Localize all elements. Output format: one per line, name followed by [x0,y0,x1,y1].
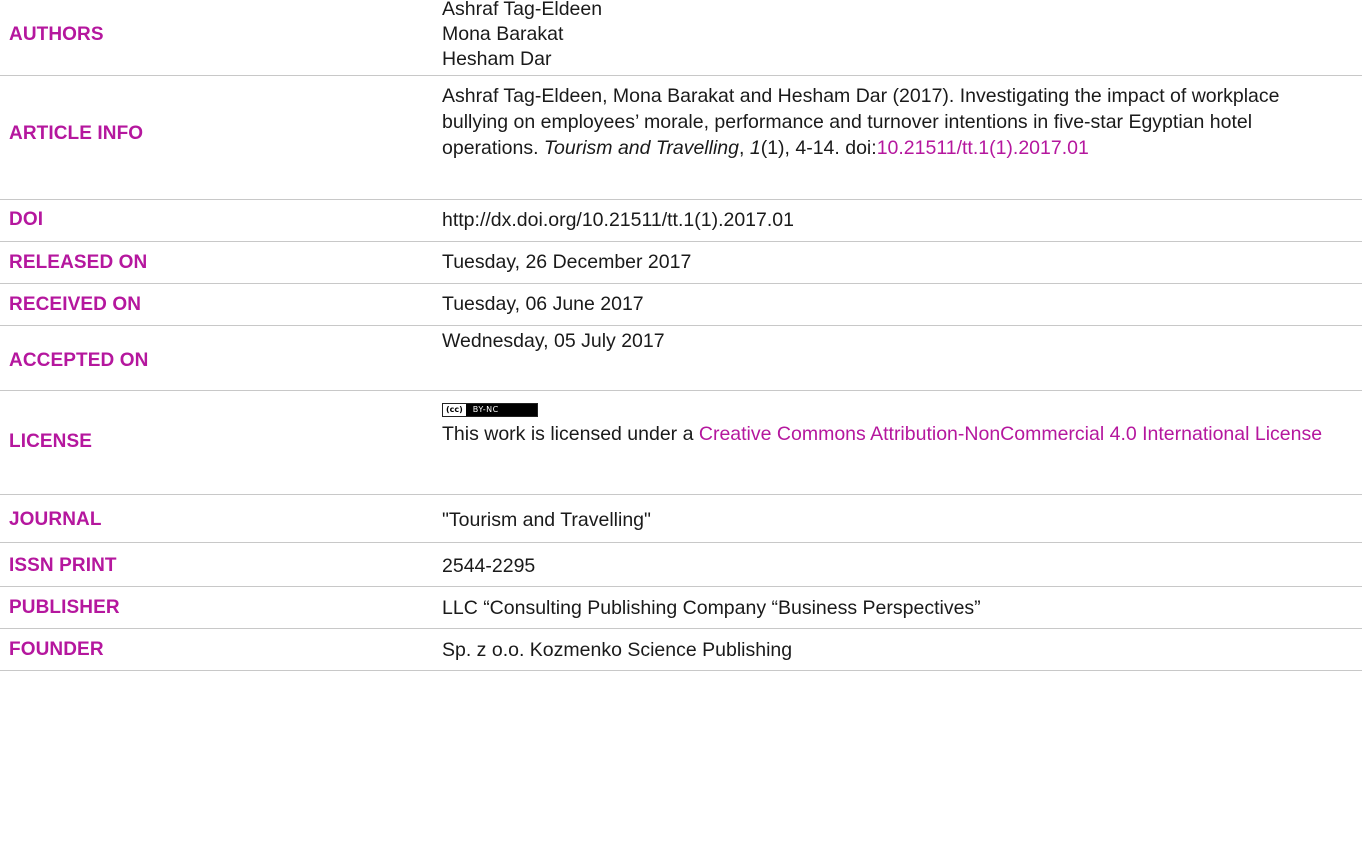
cc-license-badge[interactable]: (cc) BY-NC [442,399,1362,417]
founder-value: Sp. z o.o. Kozmenko Science Publishing [442,639,793,661]
author-name: Ashraf Tag-Eldeen [442,0,603,20]
cc-by-nc-icon: (cc) BY-NC [442,403,538,417]
doi-row: DOI http://dx.doi.org/10.21511/tt.1(1).2… [0,200,1362,242]
received-on-value: Tuesday, 06 June 2017 [442,293,644,315]
founder-label: FOUNDER [9,639,104,660]
authors-row: AUTHORS Ashraf Tag-Eldeen Mona Barakat H… [0,0,1362,76]
issn-print-row: ISSN PRINT 2544-2295 [0,543,1362,587]
issn-print-label: ISSN PRINT [9,555,117,576]
article-metadata-table: AUTHORS Ashraf Tag-Eldeen Mona Barakat H… [0,0,1362,671]
license-row: LICENSE (cc) BY-NC This work is licensed … [0,391,1362,495]
publisher-value: LLC “Consulting Publishing Company “Busi… [442,597,981,619]
issn-print-value: 2544-2295 [442,555,536,577]
journal-value: "Tourism and Travelling" [442,509,651,531]
received-on-row: RECEIVED ON Tuesday, 06 June 2017 [0,284,1362,326]
article-info-citation: Ashraf Tag-Eldeen, Mona Barakat and Hesh… [442,83,1332,161]
license-value: (cc) BY-NC This work is licensed under a … [442,399,1362,447]
accepted-on-value: Wednesday, 05 July 2017 [442,330,665,352]
license-text: This work is licensed under a Creative C… [442,423,1323,445]
doi-label: DOI [9,209,44,230]
article-info-label: ARTICLE INFO [9,123,144,144]
journal-row: JOURNAL "Tourism and Travelling" [0,495,1362,543]
released-on-value: Tuesday, 26 December 2017 [442,251,692,273]
released-on-label: RELEASED ON [9,252,148,273]
license-label: LICENSE [9,431,93,452]
publisher-label: PUBLISHER [9,597,120,618]
publisher-row: PUBLISHER LLC “Consulting Publishing Com… [0,587,1362,629]
released-on-row: RELEASED ON Tuesday, 26 December 2017 [0,242,1362,284]
citation-doi-link[interactable]: 10.21511/tt.1(1).2017.01 [877,137,1089,159]
author-name: Mona Barakat [442,23,564,45]
received-on-label: RECEIVED ON [9,294,142,315]
accepted-on-row: ACCEPTED ON Wednesday, 05 July 2017 [0,326,1362,391]
citation-issue-pages: (1), 4-14. doi: [760,137,877,159]
doi-value: http://dx.doi.org/10.21511/tt.1(1).2017.… [442,209,794,231]
founder-row: FOUNDER Sp. z o.o. Kozmenko Science Publ… [0,629,1362,671]
authors-list: Ashraf Tag-Eldeen Mona Barakat Hesham Da… [442,0,1362,72]
license-link[interactable]: Creative Commons Attribution-NonCommerci… [699,423,1322,445]
author-name: Hesham Dar [442,48,552,70]
citation-comma: , [739,137,750,159]
authors-label: AUTHORS [9,24,104,45]
citation-volume: 1 [749,137,761,159]
article-info-row: ARTICLE INFO Ashraf Tag-Eldeen, Mona Bar… [0,76,1362,200]
accepted-on-label: ACCEPTED ON [9,350,149,371]
citation-journal: Tourism and Travelling [543,137,739,159]
journal-label: JOURNAL [9,509,102,530]
